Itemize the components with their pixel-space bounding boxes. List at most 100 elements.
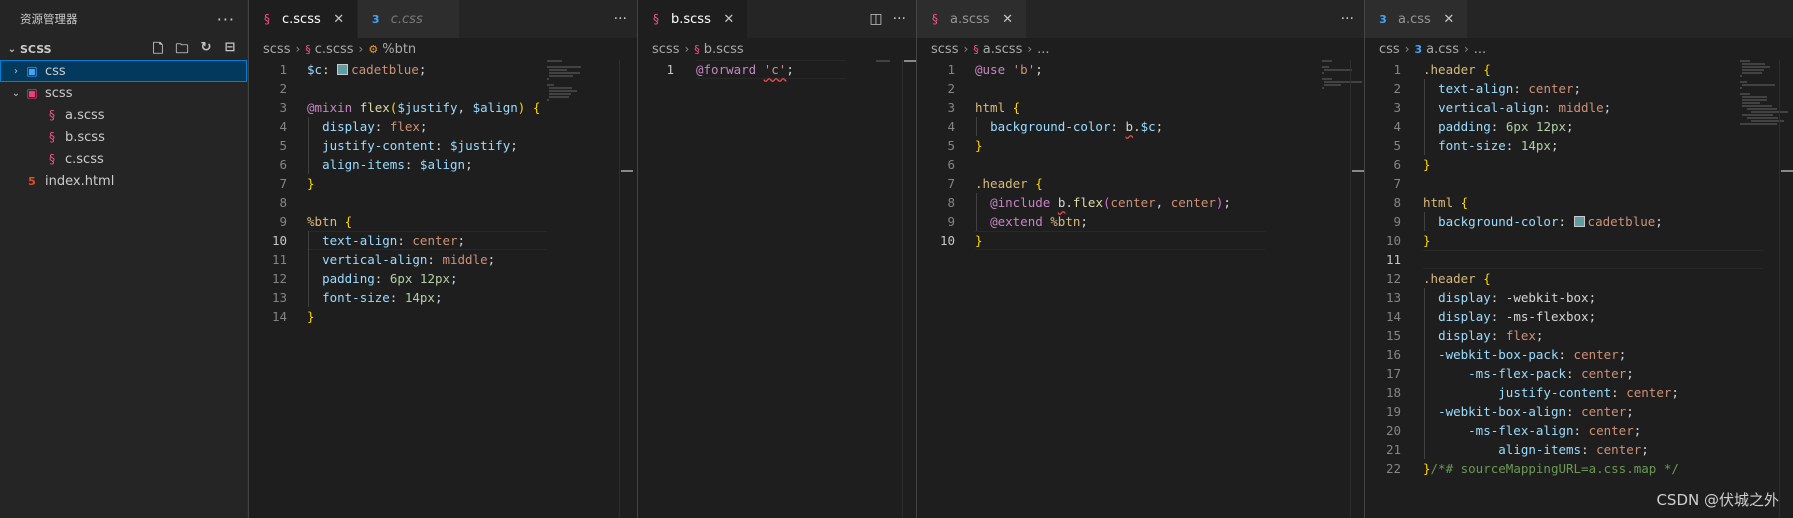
- breadcrumb: css › 3 a.css ›...: [1365, 38, 1793, 60]
- code-line: 1 @forward 'c';: [638, 60, 916, 79]
- line-number: 5: [279, 138, 287, 153]
- line-number: 2: [947, 81, 955, 96]
- breadcrumb-segment[interactable]: b.scss: [704, 42, 744, 57]
- minimap[interactable]: [547, 60, 582, 102]
- breadcrumb: scss › § a.scss ›...: [917, 38, 1364, 60]
- breadcrumb-segment[interactable]: scss: [931, 42, 958, 57]
- code-text: display: flex;: [322, 119, 428, 134]
- sass-file-icon: §: [932, 12, 938, 26]
- vertical-scrollbar[interactable]: [1350, 60, 1364, 518]
- indent-guide: [308, 117, 309, 174]
- code-line: 6}: [1365, 155, 1793, 174]
- split-editor-icon[interactable]: ◫: [869, 11, 882, 27]
- tab-b-scss[interactable]: § b.scss ✕: [638, 0, 748, 38]
- code-line: 22}/*# sourceMappingURL=a.css.map */: [1365, 459, 1793, 478]
- chevron-down-icon: ⌄: [11, 87, 21, 99]
- tab-bar: 3 a.css ✕: [1365, 0, 1793, 38]
- more-actions-icon[interactable]: ···: [893, 11, 906, 27]
- code-editor[interactable]: 1 @forward 'c';: [638, 60, 916, 79]
- workspace-section-header[interactable]: ⌄ SCSS 🗋 🗀 ↻ ⊟: [0, 38, 247, 60]
- minimap-line: [1742, 63, 1766, 65]
- editor-actions: ···: [614, 0, 627, 38]
- code-text: align-items: $align;: [322, 157, 473, 172]
- code-editor[interactable]: 1 .header {2 text-align: center; 3 vertica…: [1365, 60, 1793, 478]
- minimap-line: [1740, 87, 1742, 89]
- tree-item-a-scss[interactable]: § a.scss: [0, 104, 247, 126]
- code-line: 2: [917, 79, 1364, 98]
- tab-c-scss[interactable]: § c.scss ✕: [249, 0, 358, 38]
- chevron-right-icon: ›: [358, 42, 364, 56]
- vertical-scrollbar[interactable]: [619, 60, 634, 518]
- close-icon[interactable]: ✕: [1441, 12, 1457, 27]
- close-icon[interactable]: ✕: [1000, 12, 1016, 27]
- code-text: -webkit-box-align: center;: [1438, 404, 1634, 419]
- tab-a-css[interactable]: 3 a.css ✕: [1365, 0, 1468, 38]
- line-number: 8: [279, 195, 287, 210]
- more-actions-icon[interactable]: ···: [1341, 11, 1354, 27]
- line-number: 6: [1393, 157, 1401, 172]
- line-number: 2: [1393, 81, 1401, 96]
- breadcrumb-segment[interactable]: scss: [652, 42, 679, 57]
- minimap[interactable]: [876, 60, 891, 63]
- line-number: 13: [1385, 290, 1401, 305]
- breadcrumb-segment[interactable]: ...: [1474, 42, 1486, 57]
- minimap-line: [547, 60, 563, 62]
- breadcrumb-segment[interactable]: css: [1379, 42, 1400, 57]
- line-number: 1: [1393, 62, 1401, 77]
- code-line: 1 @use 'b';: [917, 60, 1364, 79]
- minimap-line: [549, 72, 580, 74]
- breadcrumb-segment[interactable]: %btn: [382, 42, 416, 57]
- tree-item-b-scss[interactable]: § b.scss: [0, 126, 247, 148]
- tree-item-css[interactable]: › ▣ css: [0, 60, 247, 82]
- breadcrumb-segment[interactable]: c.scss: [315, 42, 354, 57]
- tab-a-scss[interactable]: § a.scss ✕: [917, 0, 1027, 38]
- code-text: @forward 'c';: [696, 62, 794, 77]
- scroll-position-marker: [904, 60, 916, 62]
- breadcrumb-segment[interactable]: a.css: [1426, 42, 1459, 57]
- code-text: text-align: center;: [322, 233, 466, 248]
- code-text: font-size: 14px;: [322, 290, 443, 305]
- breadcrumb-segment[interactable]: a.scss: [983, 42, 1023, 57]
- tree-item-c-scss[interactable]: § c.scss: [0, 148, 247, 170]
- code-text: display: flex;: [1438, 328, 1544, 343]
- refresh-icon[interactable]: ↻: [197, 40, 215, 62]
- tab-c-css[interactable]: 3 c.css: [357, 0, 460, 38]
- code-line: 18 justify-content: center;: [1365, 383, 1793, 402]
- line-number: 7: [1393, 176, 1401, 191]
- more-actions-icon[interactable]: ···: [614, 11, 627, 27]
- new-file-icon[interactable]: 🗋: [149, 40, 167, 62]
- chevron-right-icon: ›: [1027, 42, 1033, 56]
- explorer-more-icon[interactable]: ···: [217, 10, 235, 29]
- new-folder-icon[interactable]: 🗀: [173, 40, 191, 62]
- breadcrumb-segment[interactable]: scss: [263, 42, 290, 57]
- collapse-all-icon[interactable]: ⊟: [221, 40, 239, 62]
- close-icon[interactable]: ✕: [331, 12, 347, 27]
- breadcrumb-segment[interactable]: ...: [1037, 42, 1049, 57]
- code-text: background-color: cadetblue;: [1438, 214, 1663, 229]
- tree-item-label: scss: [45, 85, 73, 101]
- code-line: 10}: [1365, 231, 1793, 250]
- tree-item-label: b.scss: [65, 129, 105, 145]
- tree-item-index-html[interactable]: 5 index.html: [0, 170, 247, 192]
- code-editor[interactable]: 1 @use 'b'; 2 3 html {4 background-color: b.…: [917, 60, 1364, 250]
- vertical-scrollbar[interactable]: [1779, 60, 1793, 518]
- code-text: justify-content: $justify;: [322, 138, 518, 153]
- css-file-icon: 3: [1379, 12, 1387, 26]
- line-number: 4: [1393, 119, 1401, 134]
- close-icon[interactable]: ✕: [721, 12, 737, 27]
- sass-file-icon: §: [49, 152, 55, 166]
- line-number: 7: [279, 176, 287, 191]
- tree-item-label: css: [45, 63, 66, 79]
- tree-item-label: index.html: [45, 173, 115, 189]
- line-number: 18: [1385, 385, 1401, 400]
- minimap-line: [547, 78, 549, 80]
- line-number: 10: [939, 233, 955, 248]
- folder-file-icon: ▣: [26, 86, 38, 100]
- code-line: 16 -webkit-box-pack: center;: [1365, 345, 1793, 364]
- minimap-line: [1740, 81, 1747, 83]
- chevron-down-icon: ⌄: [7, 43, 17, 55]
- tree-item-scss[interactable]: ⌄ ▣ scss: [0, 82, 247, 104]
- html-file-icon: 5: [28, 174, 36, 188]
- line-number: 17: [1385, 366, 1401, 381]
- vertical-scrollbar[interactable]: [902, 60, 916, 518]
